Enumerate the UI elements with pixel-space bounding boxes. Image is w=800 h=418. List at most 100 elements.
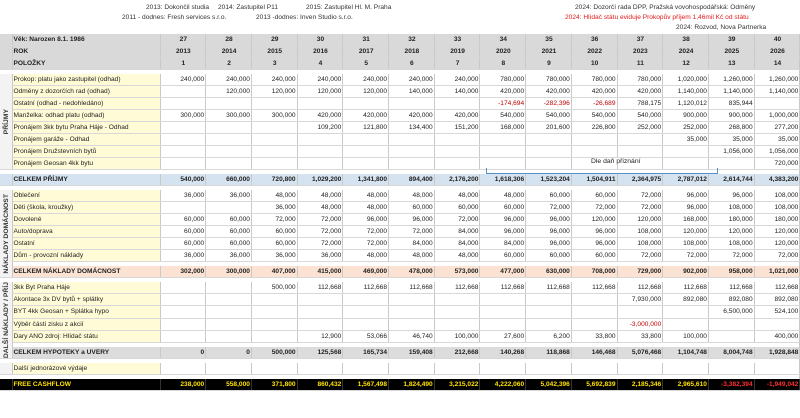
table-cell[interactable]: -26,689 xyxy=(571,97,618,110)
table-cell[interactable] xyxy=(479,305,527,319)
table-cell[interactable]: 2,614,744 xyxy=(708,174,755,186)
table-cell[interactable]: 36,000 xyxy=(205,249,252,262)
table-cell[interactable]: 96,000 xyxy=(708,190,755,202)
table-cell[interactable]: 1,056,000 xyxy=(754,145,800,158)
table-cell[interactable] xyxy=(434,157,481,170)
table-cell[interactable]: 11 xyxy=(617,57,664,70)
table-cell[interactable]: 4,383,200 xyxy=(754,174,800,186)
table-cell[interactable] xyxy=(251,133,298,146)
table-cell[interactable]: 120,000 xyxy=(571,213,618,226)
table-cell[interactable]: 1,021,000 xyxy=(754,266,800,278)
table-cell[interactable] xyxy=(160,133,207,146)
table-cell[interactable]: 120,000 xyxy=(617,213,664,226)
table-cell[interactable]: 112,668 xyxy=(754,282,800,295)
table-cell[interactable] xyxy=(342,157,390,170)
table-cell[interactable]: 48,000 xyxy=(388,190,435,202)
table-cell[interactable]: 240,000 xyxy=(388,74,435,86)
table-cell[interactable]: -3,000,000 xyxy=(617,318,664,331)
table-cell[interactable] xyxy=(251,145,298,158)
table-cell[interactable]: 540,000 xyxy=(160,174,207,186)
table-cell[interactable]: 72,000 xyxy=(617,190,664,202)
table-cell[interactable]: 112,668 xyxy=(708,282,755,295)
table-cell[interactable] xyxy=(388,318,435,331)
table-cell[interactable]: 477,000 xyxy=(479,266,527,278)
table-cell[interactable]: 84,000 xyxy=(434,225,481,238)
table-cell[interactable]: 72,000 xyxy=(525,201,572,214)
table-cell[interactable] xyxy=(160,85,207,98)
table-cell[interactable]: 1,056,000 xyxy=(708,145,755,158)
table-cell[interactable] xyxy=(251,330,298,343)
table-cell[interactable]: 96,000 xyxy=(525,213,572,226)
table-cell[interactable] xyxy=(662,318,709,331)
table-cell[interactable]: 14 xyxy=(754,57,800,70)
table-cell[interactable]: 371,800 xyxy=(251,379,298,392)
table-cell[interactable]: 708,000 xyxy=(571,266,618,278)
table-cell[interactable]: 252,000 xyxy=(617,121,664,134)
table-cell[interactable]: 72,000 xyxy=(617,201,664,214)
table-cell[interactable]: 5,042,396 xyxy=(525,379,572,392)
table-cell[interactable]: 2022 xyxy=(571,45,618,58)
table-cell[interactable]: 420,000 xyxy=(525,85,572,98)
table-cell[interactable] xyxy=(571,145,618,158)
table-cell[interactable]: 112,668 xyxy=(571,282,618,295)
table-cell[interactable]: 60,000 xyxy=(479,201,527,214)
table-cell[interactable]: -3,382,394 xyxy=(708,379,755,392)
table-cell[interactable]: 36,000 xyxy=(160,190,207,202)
table-cell[interactable]: 5,076,468 xyxy=(617,346,664,360)
table-cell[interactable]: 72,000 xyxy=(617,249,664,262)
table-cell[interactable]: 35,000 xyxy=(754,133,800,146)
table-cell[interactable]: 96,000 xyxy=(571,225,618,238)
table-cell[interactable] xyxy=(617,145,664,158)
table-cell[interactable] xyxy=(205,145,252,158)
table-cell[interactable]: 7,930,000 xyxy=(617,293,664,307)
table-cell[interactable]: 10 xyxy=(571,57,618,70)
table-cell[interactable]: 48,000 xyxy=(342,249,390,262)
table-cell[interactable]: 2014 xyxy=(205,45,252,58)
table-cell[interactable] xyxy=(617,305,664,319)
table-cell[interactable]: 165,734 xyxy=(342,346,390,360)
table-cell[interactable]: 108,000 xyxy=(754,190,800,202)
table-cell[interactable]: 159,408 xyxy=(388,346,435,360)
table-cell[interactable]: 860,432 xyxy=(297,379,344,392)
table-cell[interactable] xyxy=(434,293,481,307)
table-cell[interactable] xyxy=(479,133,527,146)
table-cell[interactable]: 2,965,610 xyxy=(662,379,709,392)
table-cell[interactable]: 140,000 xyxy=(388,85,435,98)
table-cell[interactable]: 27,600 xyxy=(479,330,527,343)
table-cell[interactable]: 780,000 xyxy=(571,74,618,86)
table-cell[interactable] xyxy=(571,133,618,146)
table-cell[interactable]: 407,000 xyxy=(251,266,298,278)
table-cell[interactable]: 720,000 xyxy=(754,157,800,170)
table-cell[interactable]: 72,000 xyxy=(571,201,618,214)
table-cell[interactable] xyxy=(388,97,435,110)
table-cell[interactable]: 36,000 xyxy=(160,249,207,262)
table-cell[interactable]: 2021 xyxy=(525,45,572,58)
table-cell[interactable]: 1,824,490 xyxy=(388,379,435,392)
table-cell[interactable] xyxy=(205,121,252,134)
table-cell[interactable]: 27 xyxy=(160,34,207,46)
table-cell[interactable]: 0 xyxy=(160,346,207,360)
table-cell[interactable] xyxy=(571,318,618,331)
table-cell[interactable]: 48,000 xyxy=(434,190,481,202)
table-cell[interactable]: 140,000 xyxy=(434,85,481,98)
table-cell[interactable]: 96,000 xyxy=(662,190,709,202)
table-cell[interactable]: 12,900 xyxy=(297,330,344,343)
table-cell[interactable]: 300,000 xyxy=(205,266,252,278)
table-cell[interactable]: 1,928,848 xyxy=(754,346,800,360)
table-cell[interactable]: 60,000 xyxy=(251,225,298,238)
table-cell[interactable]: 72,000 xyxy=(297,237,344,250)
table-cell[interactable]: 1,260,000 xyxy=(754,74,800,86)
table-cell[interactable]: 900,000 xyxy=(662,109,709,122)
table-cell[interactable]: 400,000 xyxy=(754,330,800,343)
table-cell[interactable] xyxy=(434,305,481,319)
table-cell[interactable] xyxy=(342,318,390,331)
table-cell[interactable]: 84,000 xyxy=(479,237,527,250)
table-cell[interactable]: 96,000 xyxy=(525,225,572,238)
table-cell[interactable]: 1,140,000 xyxy=(754,85,800,98)
table-cell[interactable]: 212,668 xyxy=(434,346,481,360)
table-cell[interactable]: 36,000 xyxy=(205,190,252,202)
table-cell[interactable]: 0 xyxy=(205,346,252,360)
table-cell[interactable]: 120,000 xyxy=(297,85,344,98)
table-cell[interactable] xyxy=(160,318,207,331)
table-cell[interactable]: 96,000 xyxy=(479,213,527,226)
